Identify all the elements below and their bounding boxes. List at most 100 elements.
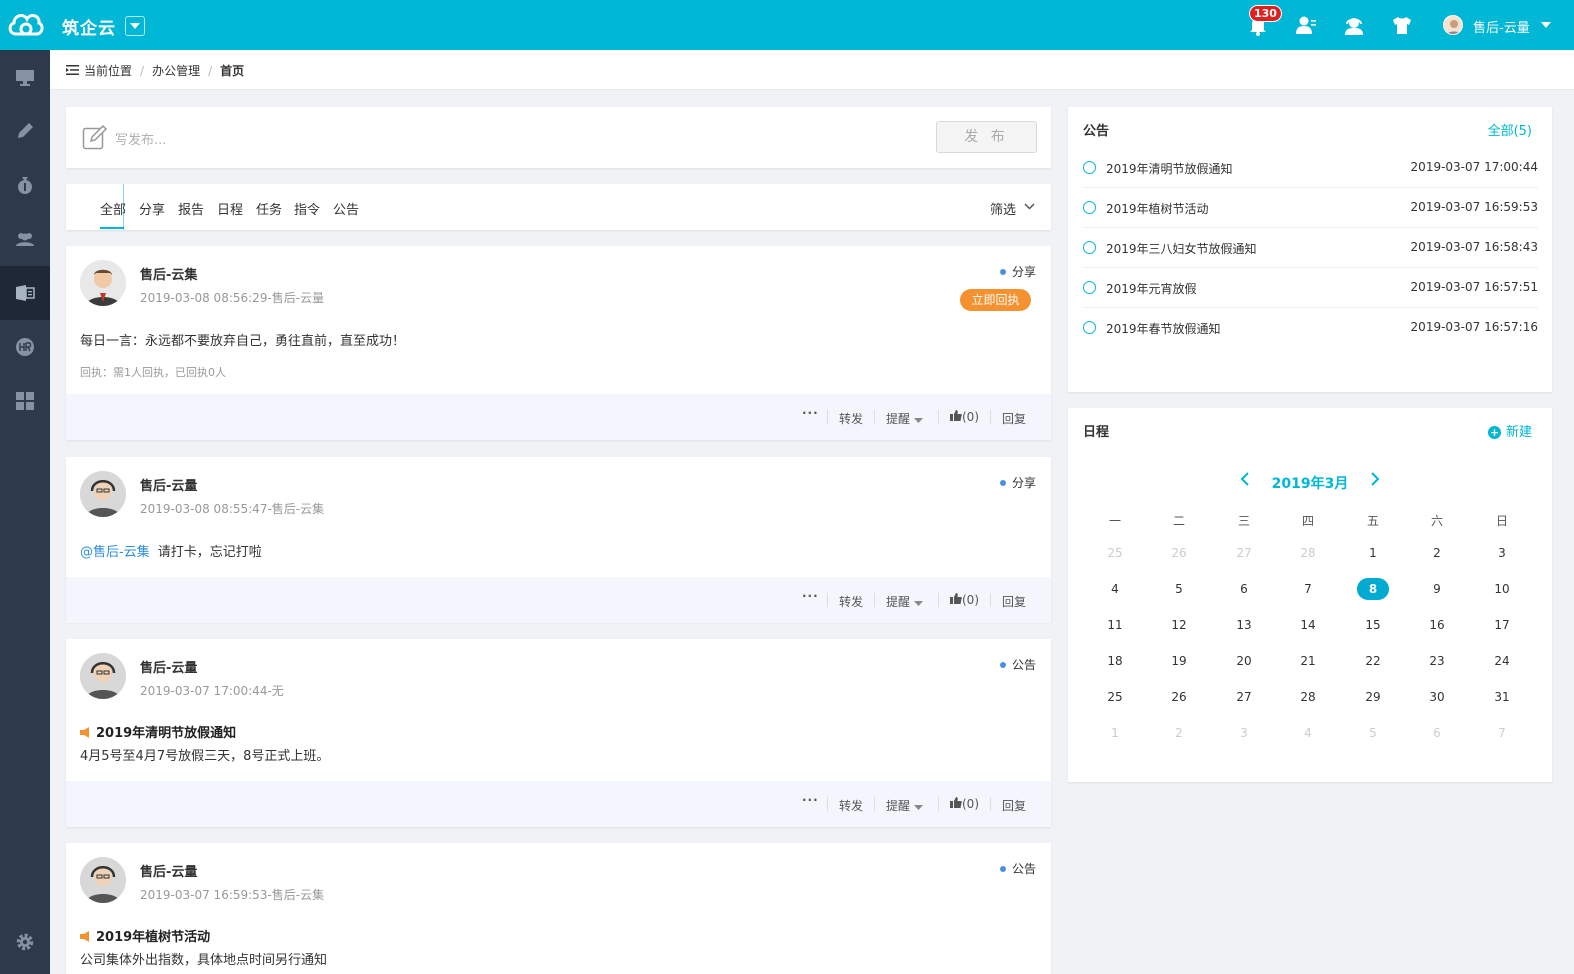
calendar-day[interactable]: 14 bbox=[1288, 618, 1328, 632]
calendar-day[interactable]: 27 bbox=[1224, 690, 1264, 704]
reply-button[interactable]: 回复 bbox=[1002, 410, 1026, 427]
post-author[interactable]: 售后-云集 bbox=[140, 264, 197, 283]
calendar-day[interactable]: 26 bbox=[1159, 546, 1199, 560]
tab-report[interactable]: 报告 bbox=[178, 199, 204, 218]
remind-button[interactable]: 提醒 bbox=[886, 410, 923, 427]
more-button[interactable]: ··· bbox=[802, 589, 819, 603]
reply-button[interactable]: 回复 bbox=[1002, 797, 1026, 814]
calendar-day[interactable]: 5 bbox=[1159, 582, 1199, 596]
mention-link[interactable]: @售后-云集 bbox=[80, 545, 150, 560]
notice-title[interactable]: 2019年清明节放假通知 bbox=[80, 722, 236, 741]
calendar-day[interactable]: 4 bbox=[1095, 582, 1135, 596]
new-schedule-button[interactable]: + 新建 bbox=[1487, 421, 1532, 440]
like-button[interactable]: (0) bbox=[950, 797, 979, 811]
forward-button[interactable]: 转发 bbox=[839, 410, 863, 427]
sidebar-item-hr[interactable] bbox=[0, 320, 50, 374]
avatar[interactable] bbox=[80, 653, 126, 699]
post-author[interactable]: 售后-云量 bbox=[140, 657, 197, 676]
calendar-day[interactable]: 29 bbox=[1353, 690, 1393, 704]
calendar-day[interactable]: 17 bbox=[1482, 618, 1522, 632]
avatar[interactable] bbox=[80, 471, 126, 517]
calendar-day[interactable]: 5 bbox=[1353, 726, 1393, 740]
chevron-right-icon[interactable] bbox=[1370, 472, 1380, 486]
calendar-day[interactable]: 28 bbox=[1288, 690, 1328, 704]
user-name-menu[interactable]: 售后-云量 bbox=[1473, 17, 1530, 36]
brand-dropdown-button[interactable] bbox=[125, 16, 145, 36]
user-contact-icon[interactable] bbox=[1295, 14, 1317, 36]
receipt-button[interactable]: 立即回执 bbox=[960, 289, 1031, 311]
gear-icon[interactable] bbox=[15, 932, 35, 952]
list-item[interactable]: 2019年春节放假通知 2019-03-07 16:57:16 bbox=[1083, 308, 1538, 348]
calendar-day[interactable]: 10 bbox=[1482, 582, 1522, 596]
calendar-day[interactable]: 6 bbox=[1224, 582, 1264, 596]
reply-button[interactable]: 回复 bbox=[1002, 593, 1026, 610]
filter-dropdown[interactable]: 筛选 bbox=[990, 199, 1035, 218]
calendar-day[interactable]: 9 bbox=[1417, 582, 1457, 596]
cloud-logo-icon[interactable] bbox=[6, 7, 44, 43]
calendar-day[interactable]: 23 bbox=[1417, 654, 1457, 668]
calendar-day[interactable]: 1 bbox=[1095, 726, 1135, 740]
tab-notice[interactable]: 公告 bbox=[333, 199, 359, 218]
sidebar-item-finance[interactable] bbox=[0, 158, 50, 212]
chevron-down-icon[interactable] bbox=[1541, 22, 1551, 29]
list-item[interactable]: 2019年元宵放假 2019-03-07 16:57:51 bbox=[1083, 268, 1538, 308]
calendar-day[interactable]: 25 bbox=[1095, 546, 1135, 560]
calendar-day[interactable]: 13 bbox=[1224, 618, 1264, 632]
calendar-day[interactable]: 2 bbox=[1159, 726, 1199, 740]
list-item[interactable]: 2019年清明节放假通知 2019-03-07 17:00:44 bbox=[1083, 148, 1538, 188]
calendar-day[interactable]: 22 bbox=[1353, 654, 1393, 668]
calendar-day[interactable]: 11 bbox=[1095, 618, 1135, 632]
sidebar-item-team[interactable] bbox=[0, 212, 50, 266]
tab-task[interactable]: 任务 bbox=[256, 199, 282, 218]
calendar-day[interactable]: 21 bbox=[1288, 654, 1328, 668]
calendar-day[interactable]: 28 bbox=[1288, 546, 1328, 560]
calendar-day[interactable]: 3 bbox=[1482, 546, 1522, 560]
list-item[interactable]: 2019年三八妇女节放假通知 2019-03-07 16:58:43 bbox=[1083, 228, 1538, 268]
calendar-day[interactable]: 20 bbox=[1224, 654, 1264, 668]
sidebar-item-office[interactable] bbox=[0, 266, 50, 320]
tab-all[interactable]: 全部 bbox=[100, 199, 126, 218]
calendar-day[interactable]: 24 bbox=[1482, 654, 1522, 668]
post-author[interactable]: 售后-云量 bbox=[140, 861, 197, 880]
user-avatar[interactable] bbox=[1443, 15, 1463, 35]
breadcrumb-item-office[interactable]: 办公管理 bbox=[152, 64, 200, 78]
calendar-day[interactable]: 7 bbox=[1482, 726, 1522, 740]
calendar-day[interactable]: 30 bbox=[1417, 690, 1457, 704]
forward-button[interactable]: 转发 bbox=[839, 797, 863, 814]
tab-command[interactable]: 指令 bbox=[294, 199, 320, 218]
more-button[interactable]: ··· bbox=[802, 406, 819, 420]
calendar-day[interactable]: 19 bbox=[1159, 654, 1199, 668]
calendar-day[interactable]: 31 bbox=[1482, 690, 1522, 704]
calendar-day[interactable]: 2 bbox=[1417, 546, 1457, 560]
tab-schedule[interactable]: 日程 bbox=[217, 199, 243, 218]
calendar-day[interactable]: 26 bbox=[1159, 690, 1199, 704]
calendar-day[interactable]: 16 bbox=[1417, 618, 1457, 632]
calendar-day-today[interactable]: 8 bbox=[1353, 582, 1393, 596]
sidebar-item-dashboard[interactable] bbox=[0, 50, 50, 104]
calendar-day[interactable]: 3 bbox=[1224, 726, 1264, 740]
calendar-day[interactable]: 27 bbox=[1224, 546, 1264, 560]
like-button[interactable]: (0) bbox=[950, 410, 979, 424]
publish-button[interactable]: 发 布 bbox=[936, 121, 1037, 153]
post-author[interactable]: 售后-云量 bbox=[140, 475, 197, 494]
compose-input[interactable]: 写发布... bbox=[115, 129, 166, 148]
remind-button[interactable]: 提醒 bbox=[886, 797, 923, 814]
menu-indent-icon[interactable] bbox=[66, 64, 79, 76]
calendar-day[interactable]: 18 bbox=[1095, 654, 1135, 668]
calendar-day[interactable]: 1 bbox=[1353, 546, 1393, 560]
avatar[interactable] bbox=[80, 260, 126, 306]
like-button[interactable]: (0) bbox=[950, 593, 979, 607]
more-button[interactable]: ··· bbox=[802, 793, 819, 807]
tab-share[interactable]: 分享 bbox=[139, 199, 165, 218]
calendar-day[interactable]: 15 bbox=[1353, 618, 1393, 632]
calendar-day[interactable]: 7 bbox=[1288, 582, 1328, 596]
sidebar-item-edit[interactable] bbox=[0, 104, 50, 158]
notice-all-link[interactable]: 全部(5) bbox=[1488, 120, 1532, 139]
forward-button[interactable]: 转发 bbox=[839, 593, 863, 610]
remind-button[interactable]: 提醒 bbox=[886, 593, 923, 610]
list-item[interactable]: 2019年植树节活动 2019-03-07 16:59:53 bbox=[1083, 188, 1538, 228]
calendar-day[interactable]: 4 bbox=[1288, 726, 1328, 740]
avatar[interactable] bbox=[80, 857, 126, 903]
notice-title[interactable]: 2019年植树节活动 bbox=[80, 926, 210, 945]
tshirt-skin-icon[interactable] bbox=[1391, 14, 1413, 36]
